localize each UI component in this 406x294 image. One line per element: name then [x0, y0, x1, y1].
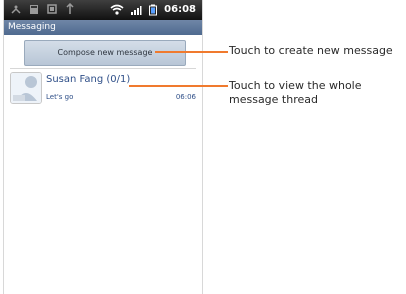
status-bar: 06:08	[4, 0, 202, 20]
phone-screen: 06:08 Messaging Compose new message Susa…	[3, 0, 203, 294]
compose-new-message-button[interactable]: Compose new message	[24, 40, 186, 66]
compose-new-message-label: Compose new message	[57, 48, 153, 57]
compose-callout-line	[155, 51, 228, 53]
app-title-bar: Messaging	[4, 20, 202, 35]
signal-icon	[131, 6, 142, 15]
compose-annotation: Touch to create new message	[229, 44, 393, 57]
sd-card-icon	[30, 5, 38, 14]
app-title: Messaging	[8, 22, 56, 32]
charging-icon	[66, 3, 74, 14]
screenshot-icon	[47, 4, 57, 14]
thread-snippet: Let's go	[46, 93, 74, 101]
status-bar-left	[10, 3, 76, 15]
thread-contact-name: Susan Fang (0/1)	[46, 74, 131, 85]
battery-icon	[149, 4, 158, 16]
status-time: 06:08	[164, 4, 196, 15]
thread-time: 06:06	[175, 93, 196, 101]
thread-annotation: Touch to view the whole message thread	[229, 79, 362, 106]
thread-callout-line	[129, 85, 228, 87]
status-bar-right: 06:08	[110, 2, 196, 18]
usb-icon	[11, 5, 21, 14]
divider	[10, 68, 196, 69]
contact-avatar-icon	[11, 73, 41, 103]
wifi-icon	[110, 4, 124, 15]
message-thread-row[interactable]: Susan Fang (0/1) Let's go 06:06	[4, 70, 202, 108]
avatar	[10, 72, 42, 104]
